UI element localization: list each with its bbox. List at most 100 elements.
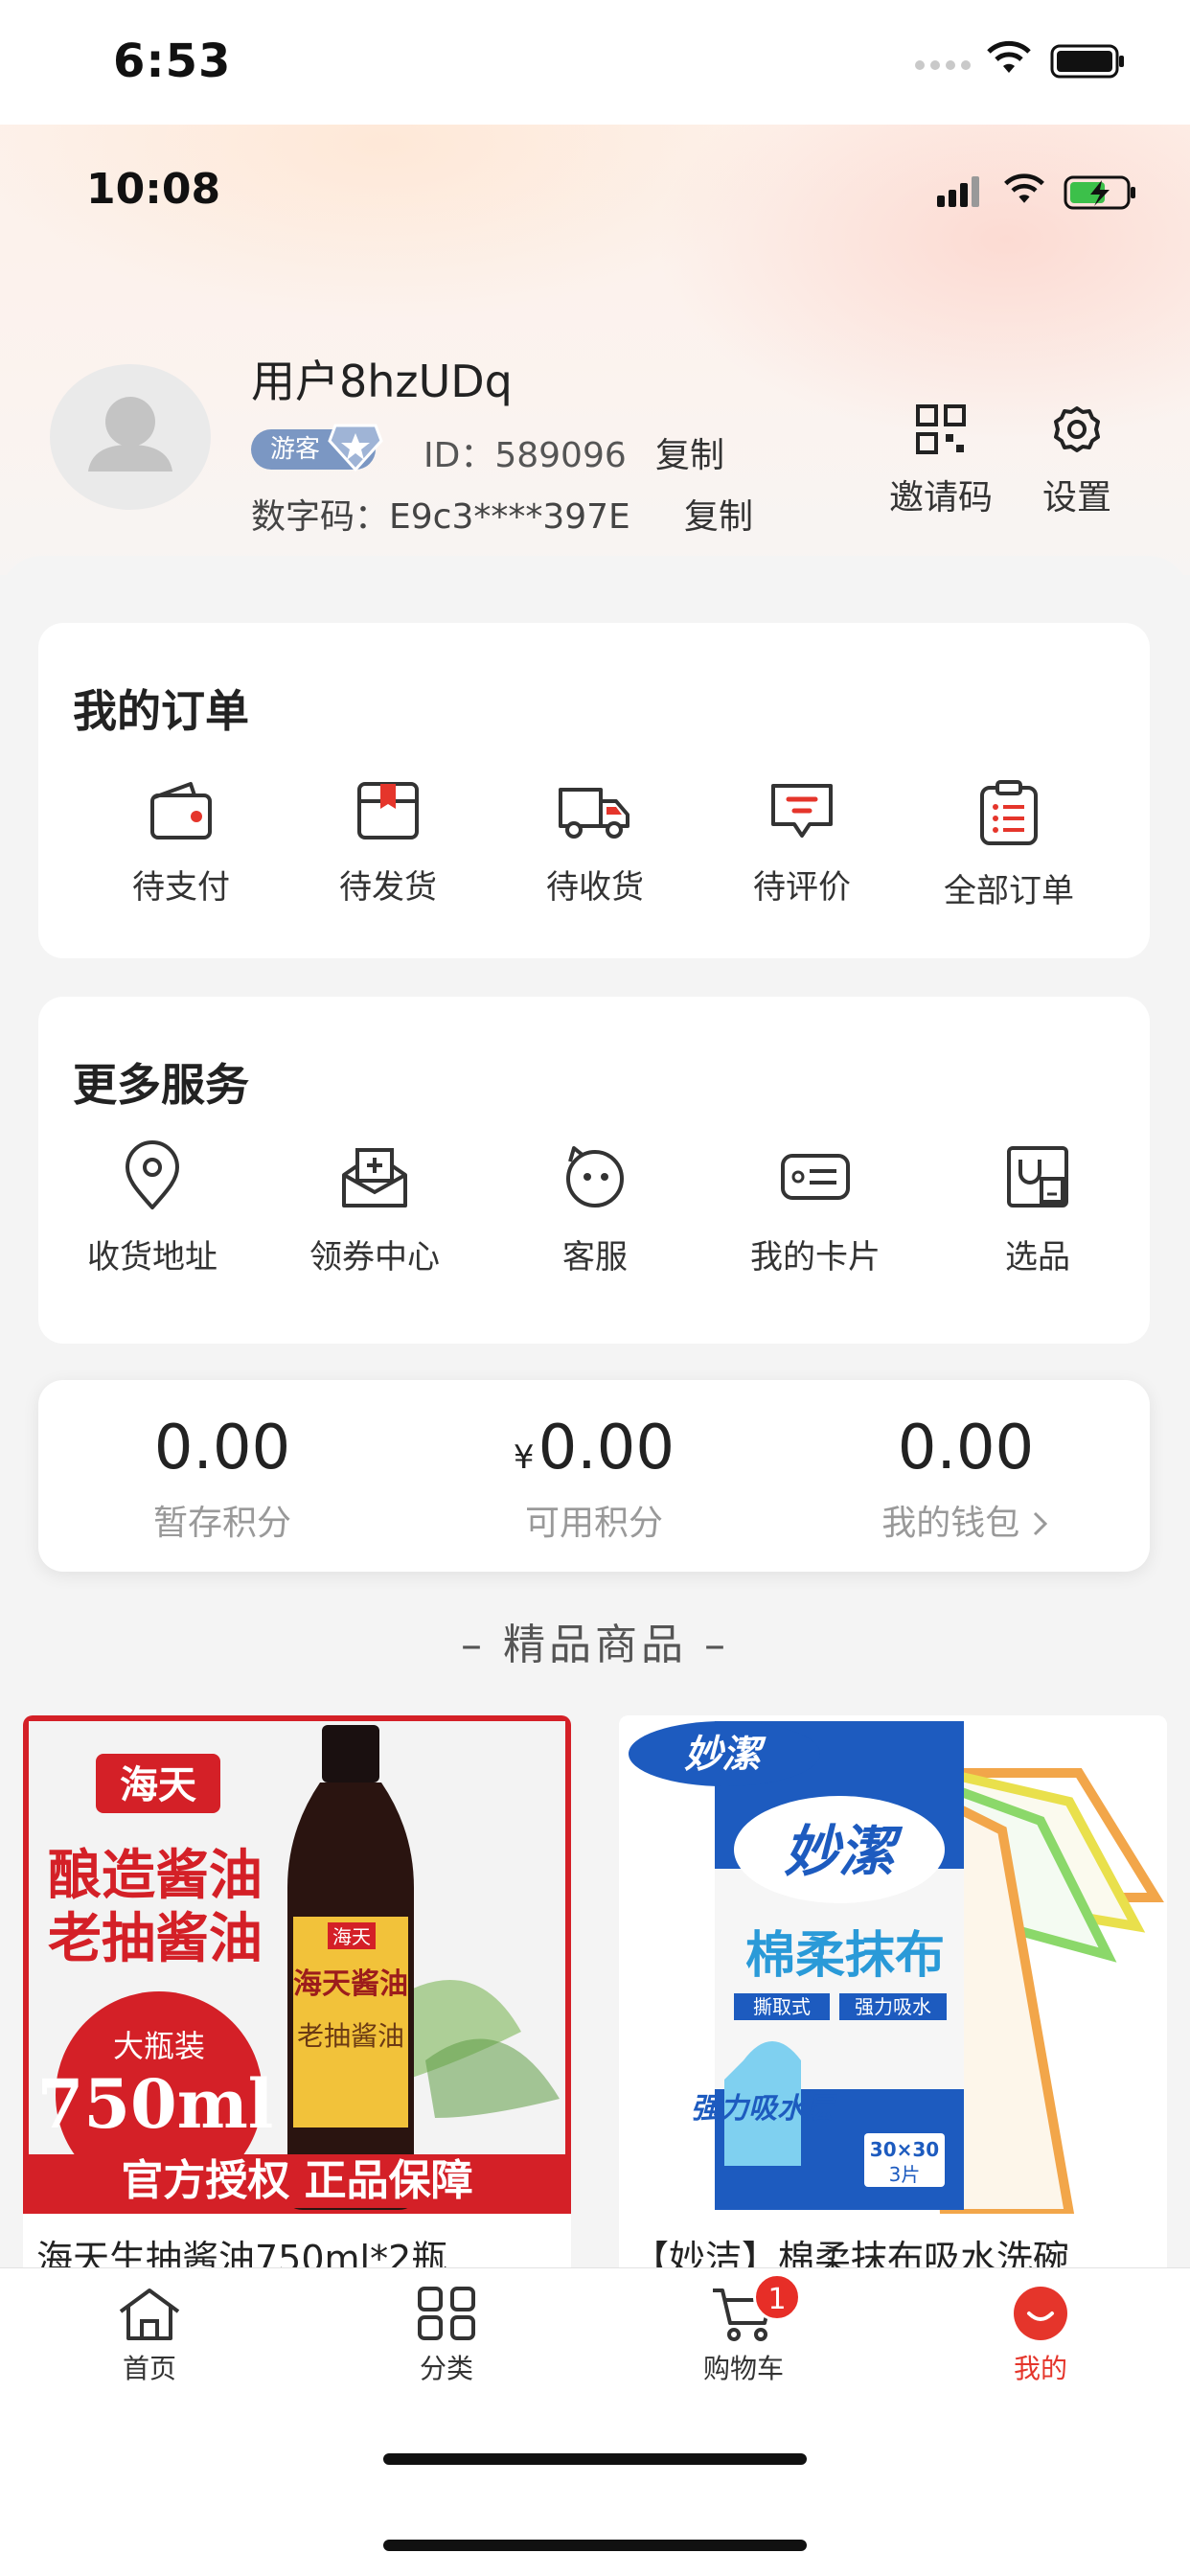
service-customer-support-label: 客服 <box>562 1238 628 1276</box>
nav-category[interactable]: 分类 <box>370 2285 523 2386</box>
my-wallet[interactable]: 0.00 我的钱包 <box>803 1413 1129 1545</box>
service-address-label: 收货地址 <box>87 1238 217 1276</box>
order-pending-payment-label: 待支付 <box>132 868 230 907</box>
featured-products-title: – 精品商品 – <box>461 1621 729 1669</box>
wallet-label: 我的钱包 <box>881 1504 1020 1543</box>
default-user-icon <box>88 397 172 472</box>
my-orders-card: 我的订单 待支付 待发货 待收货 待评价 全部订单 <box>38 623 1150 958</box>
wallet-label-wrap: 我的钱包 <box>803 1495 1129 1545</box>
copy-id-button[interactable]: 复制 <box>655 427 724 477</box>
location-pin-icon <box>126 1140 179 1209</box>
my-orders-title: 我的订单 <box>73 685 249 737</box>
outer-home-indicator <box>383 2540 807 2551</box>
charging-battery-icon <box>1064 175 1135 210</box>
invite-code-label: 邀请码 <box>888 478 993 518</box>
product-card[interactable]: 海天 酿造酱油 老抽酱油 大瓶装 750ml 海天 海天酱油 老抽酱油 官方授权… <box>23 1715 571 2290</box>
service-address[interactable]: 收货地址 <box>52 1140 253 1277</box>
service-coupon-center-label: 领券中心 <box>309 1238 440 1276</box>
product1-line1-text: 酿造酱油 <box>48 1845 263 1907</box>
home-indicator <box>383 2453 807 2465</box>
username: 用户8hzUDq <box>251 356 513 407</box>
coupon-icon <box>342 1148 407 1208</box>
battery-icon <box>1050 44 1124 79</box>
order-all[interactable]: 全部订单 <box>908 778 1110 911</box>
order-pending-receipt-label: 待收货 <box>546 868 644 907</box>
card-icon <box>781 1154 850 1200</box>
product1-brand-text: 海天 <box>120 1763 196 1807</box>
wallet-icon <box>150 782 212 840</box>
svg-text:海天: 海天 <box>332 1925 371 1948</box>
digital-code: 数字码：E9c3****397E <box>251 497 630 537</box>
order-pending-shipment[interactable]: 待发货 <box>287 778 489 908</box>
avatar[interactable] <box>50 364 211 510</box>
qr-code-icon <box>916 404 966 454</box>
order-pending-payment[interactable]: 待支付 <box>80 778 282 908</box>
service-my-cards[interactable]: 我的卡片 <box>715 1140 916 1277</box>
product-image-cloth: 妙潔 妙潔 棉柔抹布 撕取式 强力吸水 强力吸水层 30×30 3片 <box>619 1715 1167 2214</box>
invite-code-button[interactable]: 邀请码 <box>883 402 998 519</box>
product1-size-label-text: 大瓶装 <box>113 2028 205 2064</box>
category-grid-icon <box>418 2287 475 2340</box>
service-product-selection-label: 选品 <box>1005 1238 1070 1276</box>
product1-bottle-brand-text: 海天酱油 <box>293 1967 408 2001</box>
product1-bottle-name-text: 老抽酱油 <box>297 2020 404 2052</box>
gear-icon <box>1054 406 1100 452</box>
product2-size-text: 30×30 <box>870 2138 939 2161</box>
available-points-value: 0.00 <box>538 1413 675 1484</box>
home-icon <box>119 2288 180 2340</box>
more-services-card: 更多服务 收货地址 领券中心 客服 我的卡片 选品 <box>38 997 1150 1344</box>
available-points[interactable]: ¥0.00 可用积分 <box>431 1413 757 1545</box>
product1-line2-text: 老抽酱油 <box>48 1908 263 1970</box>
inner-status-time: 10:08 <box>86 165 221 214</box>
package-icon <box>357 782 419 840</box>
copy-digital-code-button[interactable]: 复制 <box>684 489 753 539</box>
product-card[interactable]: 妙潔 妙潔 棉柔抹布 撕取式 强力吸水 强力吸水层 30×30 3片 【妙洁】棉… <box>619 1715 1167 2290</box>
nav-mine[interactable]: 我的 <box>964 2285 1117 2386</box>
wallet-value: 0.00 <box>897 1413 1035 1484</box>
service-product-selection[interactable]: 选品 <box>937 1140 1138 1277</box>
service-my-cards-label: 我的卡片 <box>750 1238 881 1276</box>
settings-button[interactable]: 设置 <box>1019 402 1134 519</box>
chevron-right-icon <box>1033 1511 1047 1536</box>
available-points-value-wrap: ¥0.00 <box>431 1413 757 1484</box>
settings-label: 设置 <box>1041 478 1111 518</box>
nav-home-label: 首页 <box>122 2353 176 2384</box>
points-card: 0.00 暂存积分 ¥0.00 可用积分 0.00 我的钱包 <box>38 1380 1150 1572</box>
svg-text:妙潔: 妙潔 <box>684 1733 767 1777</box>
product2-brand-text: 妙潔 <box>784 1819 904 1884</box>
cart-count-badge: 1 <box>753 2273 801 2321</box>
stored-points-value: 0.00 <box>153 1413 291 1484</box>
product2-feature2-text: 强力吸水 <box>855 1995 931 2018</box>
nav-home[interactable]: 首页 <box>73 2285 226 2386</box>
product-image-soy-sauce: 海天 酿造酱油 老抽酱油 大瓶装 750ml 海天 海天酱油 老抽酱油 官方授权… <box>23 1715 571 2214</box>
truck-icon <box>559 788 629 839</box>
signal-dots-icon <box>915 60 971 70</box>
product1-banner-text: 官方授权 正品保障 <box>121 2156 472 2205</box>
nav-mine-label: 我的 <box>1013 2353 1067 2384</box>
nav-cart-label: 购物车 <box>702 2353 784 2384</box>
order-all-label: 全部订单 <box>944 872 1074 910</box>
user-id: ID：589096 <box>423 436 627 475</box>
product2-badge-text: 强力吸水层 <box>691 2092 838 2126</box>
stored-points[interactable]: 0.00 暂存积分 <box>59 1413 385 1545</box>
order-pending-receipt[interactable]: 待收货 <box>494 778 696 908</box>
cellular-signal-icon <box>937 176 979 207</box>
select-product-icon <box>1007 1146 1068 1208</box>
product1-size-text: 750ml <box>37 2064 274 2144</box>
profile-face-icon <box>1014 2287 1067 2340</box>
product2-count-text: 3片 <box>889 2163 921 2186</box>
order-pending-shipment-label: 待发货 <box>339 868 437 907</box>
nav-category-label: 分类 <box>419 2353 473 2384</box>
product2-product-text: 棉柔抹布 <box>745 1927 945 1985</box>
stored-points-label: 暂存积分 <box>152 1504 291 1543</box>
order-pending-review-label: 待评价 <box>753 868 851 907</box>
order-pending-review[interactable]: 待评价 <box>701 778 903 908</box>
more-services-title: 更多服务 <box>73 1059 249 1111</box>
product2-feature1-text: 撕取式 <box>753 1995 811 2018</box>
service-customer-support[interactable]: 客服 <box>494 1140 696 1277</box>
available-points-label: 可用积分 <box>524 1504 663 1543</box>
service-coupon-center[interactable]: 领券中心 <box>274 1140 475 1277</box>
star-badge-icon <box>328 424 383 472</box>
inner-wifi-icon <box>1004 173 1044 203</box>
outer-status-time: 6:53 <box>113 34 232 88</box>
